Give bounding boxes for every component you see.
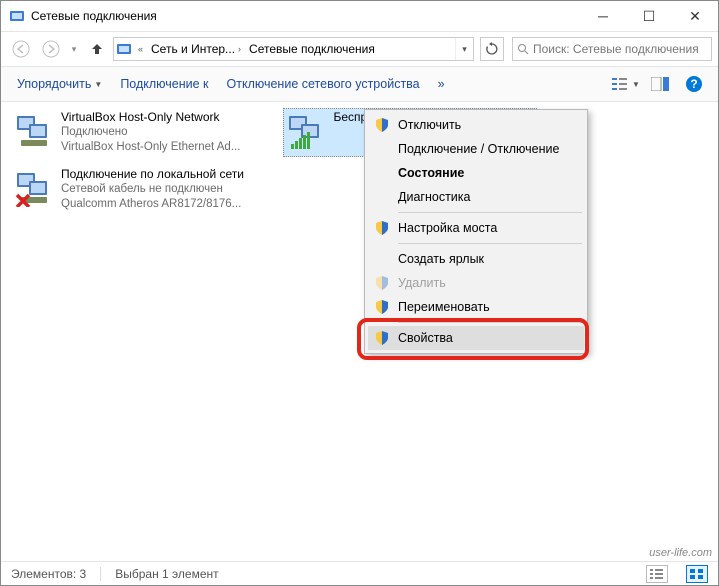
- nav-forward-button[interactable]: [37, 35, 65, 63]
- status-selected: Выбран 1 элемент: [115, 567, 218, 581]
- content-area: VirtualBox Host-Only Network Подключено …: [1, 102, 718, 562]
- breadcrumb-dropdown[interactable]: ▾: [455, 38, 473, 60]
- status-bar: Элементов: 3 Выбран 1 элемент: [1, 561, 718, 585]
- connection-status: Сетевой кабель не подключен: [61, 182, 244, 197]
- ctx-separator: [398, 322, 582, 323]
- view-details-button[interactable]: [646, 565, 668, 583]
- ctx-separator: [398, 243, 582, 244]
- breadcrumb-seg-1[interactable]: Сеть и Интер...›: [147, 38, 245, 60]
- ctx-item-disable[interactable]: Отключить: [368, 113, 584, 137]
- ctx-item-create-shortcut[interactable]: Создать ярлык: [368, 247, 584, 271]
- ctx-separator: [398, 212, 582, 213]
- breadcrumb[interactable]: « Сеть и Интер...› Сетевые подключения ▾: [113, 37, 474, 61]
- shield-icon: [374, 299, 390, 315]
- nav-up-button[interactable]: [83, 35, 111, 63]
- network-adapter-disconnected-icon: [15, 167, 55, 207]
- ctx-item-connect-disconnect[interactable]: Подключение / Отключение: [368, 137, 584, 161]
- toolbar-view-button[interactable]: ▼: [612, 72, 640, 96]
- breadcrumb-root-chevron[interactable]: «: [134, 38, 147, 60]
- ctx-item-bridge[interactable]: Настройка моста: [368, 216, 584, 240]
- app-icon: [9, 8, 25, 24]
- network-adapter-icon: [15, 110, 55, 150]
- connection-name: VirtualBox Host-Only Network: [61, 110, 240, 125]
- ctx-item-delete: Удалить: [368, 271, 584, 295]
- search-icon: [517, 43, 529, 55]
- watermark: user-life.com: [649, 547, 712, 559]
- wireless-adapter-icon: [287, 110, 327, 150]
- ctx-item-rename[interactable]: Переименовать: [368, 295, 584, 319]
- shield-icon: [374, 117, 390, 133]
- minimize-button[interactable]: ─: [580, 1, 626, 31]
- shield-icon: [374, 275, 390, 291]
- nav-recent-button[interactable]: ▾: [67, 35, 81, 63]
- search-box[interactable]: Поиск: Сетевые подключения: [512, 37, 712, 61]
- navigation-bar: ▾ « Сеть и Интер...› Сетевые подключения…: [1, 32, 718, 66]
- view-icons-button[interactable]: [686, 565, 708, 583]
- toolbar: Упорядочить▼ Подключение к Отключение се…: [1, 66, 718, 102]
- shield-icon: [374, 330, 390, 346]
- connection-device: Qualcomm Atheros AR8172/8176...: [61, 197, 244, 212]
- nav-back-button[interactable]: [7, 35, 35, 63]
- breadcrumb-icon: [114, 41, 134, 57]
- connection-device: VirtualBox Host-Only Ethernet Ad...: [61, 140, 240, 155]
- close-button[interactable]: ✕: [672, 1, 718, 31]
- maximize-button[interactable]: ☐: [626, 1, 672, 31]
- connection-item-virtualbox[interactable]: VirtualBox Host-Only Network Подключено …: [11, 108, 269, 157]
- breadcrumb-seg-2[interactable]: Сетевые подключения: [245, 38, 379, 60]
- status-item-count: Элементов: 3: [11, 567, 86, 581]
- toolbar-organize[interactable]: Упорядочить▼: [11, 73, 108, 95]
- window-title: Сетевые подключения: [31, 9, 580, 23]
- connection-name: Подключение по локальной сети: [61, 167, 244, 182]
- toolbar-help-button[interactable]: ?: [680, 72, 708, 96]
- refresh-button[interactable]: [480, 37, 504, 61]
- toolbar-disable[interactable]: Отключение сетевого устройства: [221, 73, 426, 95]
- ctx-item-status[interactable]: Состояние: [368, 161, 584, 185]
- toolbar-preview-button[interactable]: [646, 72, 674, 96]
- search-placeholder: Поиск: Сетевые подключения: [533, 42, 699, 56]
- connection-status: Подключено: [61, 125, 240, 140]
- ctx-item-diagnostics[interactable]: Диагностика: [368, 185, 584, 209]
- window-titlebar: Сетевые подключения ─ ☐ ✕: [1, 1, 718, 32]
- toolbar-connect[interactable]: Подключение к: [114, 73, 214, 95]
- toolbar-more[interactable]: »: [432, 73, 451, 95]
- ctx-item-properties[interactable]: Свойства: [368, 326, 584, 350]
- connection-item-lan[interactable]: Подключение по локальной сети Сетевой ка…: [11, 165, 269, 214]
- context-menu: Отключить Подключение / Отключение Состо…: [364, 109, 588, 354]
- status-separator: [100, 567, 101, 581]
- svg-text:?: ?: [690, 77, 697, 91]
- shield-icon: [374, 220, 390, 236]
